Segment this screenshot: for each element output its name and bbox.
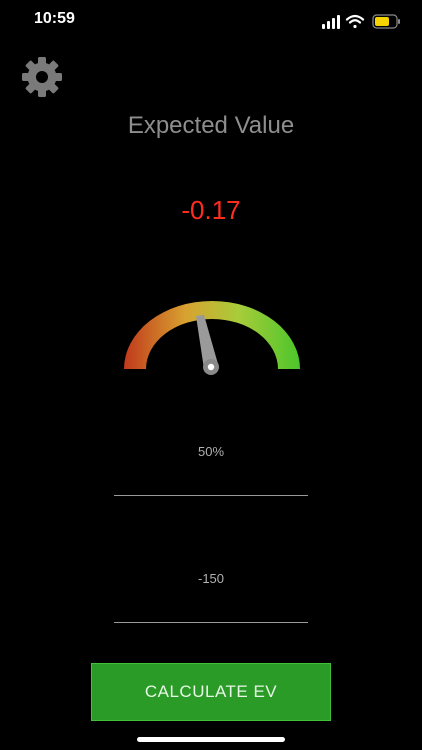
status-time: 10:59 xyxy=(34,10,75,27)
wifi-icon xyxy=(345,14,365,29)
gear-icon xyxy=(22,57,62,97)
probability-underline xyxy=(114,495,308,496)
cellular-signal-icon xyxy=(322,15,340,29)
odds-underline xyxy=(114,622,308,623)
probability-field[interactable]: 50% xyxy=(114,444,308,496)
status-icons xyxy=(322,13,402,31)
odds-input[interactable]: -150 xyxy=(114,571,308,586)
odds-field[interactable]: -150 xyxy=(114,571,308,623)
gauge-needle xyxy=(196,315,219,375)
battery-icon xyxy=(372,14,400,29)
calculate-ev-button[interactable]: CALCULATE EV xyxy=(91,663,331,721)
ev-gauge xyxy=(120,296,304,380)
page-title: Expected Value xyxy=(127,112,295,139)
status-bar: 10:59 xyxy=(0,0,422,44)
home-indicator xyxy=(137,737,285,742)
probability-input[interactable]: 50% xyxy=(114,444,308,459)
ev-result: -0.17 xyxy=(181,195,241,225)
settings-button[interactable] xyxy=(18,56,66,98)
